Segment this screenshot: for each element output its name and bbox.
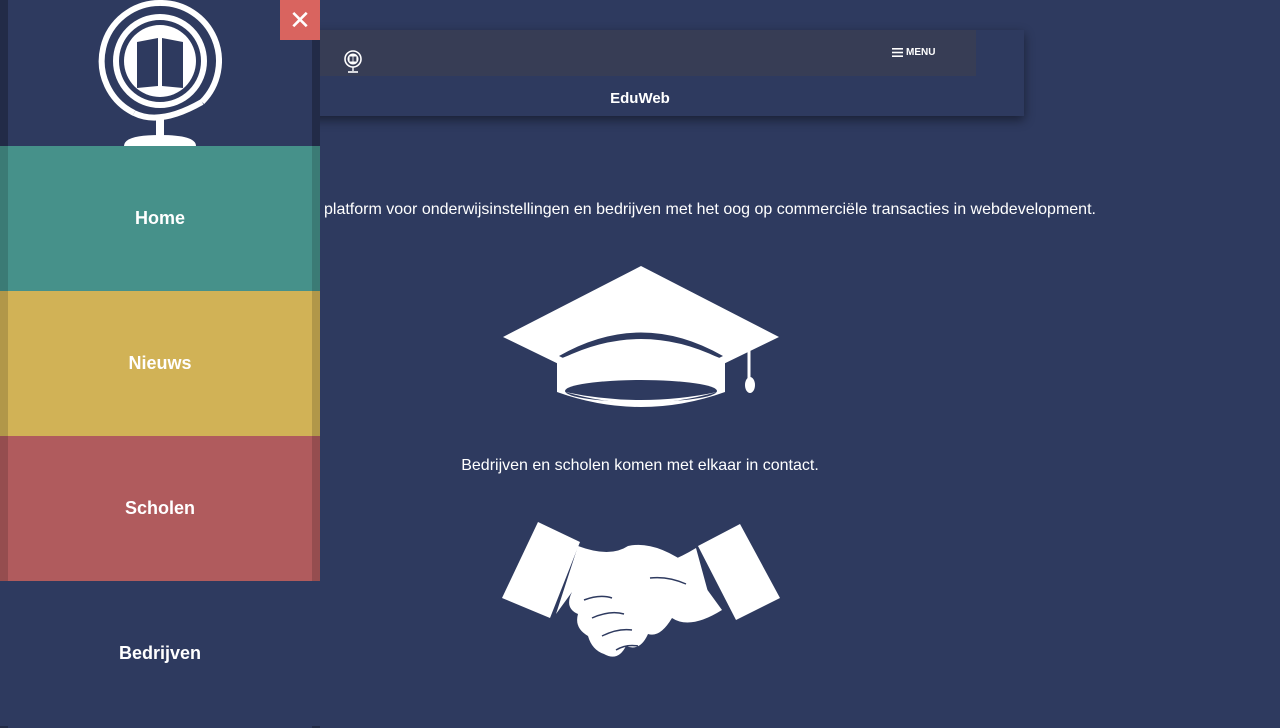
nav-item-home[interactable]: Home [0, 146, 320, 291]
nav-item-nieuws[interactable]: Nieuws [0, 291, 320, 436]
menu-button[interactable]: MENU [892, 47, 935, 58]
globe-book-logo-icon[interactable] [98, 0, 222, 146]
nav-item-bedrijven[interactable]: Bedrijven [0, 581, 320, 726]
site-title[interactable]: EduWeb [256, 90, 1024, 107]
nav-item-shade [0, 146, 8, 291]
close-icon: ✕ [289, 4, 311, 35]
nav-item-scholen[interactable]: Scholen [0, 436, 320, 581]
nav-item-label: Home [134, 208, 185, 228]
handshake-icon [502, 522, 780, 657]
nav-item-shade [312, 146, 320, 291]
nav-item-shade [0, 436, 8, 581]
small-globe-logo-icon[interactable] [342, 48, 364, 74]
close-button[interactable]: ✕ [280, 0, 320, 40]
header-card: MENU EduWeb [256, 30, 1024, 116]
graduation-cap-icon [503, 266, 779, 407]
nav-item-label: Bedrijven [118, 643, 202, 663]
nav-item-label: Scholen [124, 498, 195, 518]
side-drawer: Home Nieuws Scholen Bedrijven ✕ [0, 0, 320, 728]
menu-label: MENU [906, 47, 936, 58]
nav-item-shade [312, 436, 320, 581]
top-bar: MENU [256, 30, 976, 76]
nav-item-shade [0, 291, 8, 436]
menu-icon [892, 48, 903, 57]
nav-item-shade [312, 291, 320, 436]
nav-item-label: Nieuws [128, 353, 192, 373]
intro-text: platform voor onderwijsinstellingen en b… [324, 201, 1096, 218]
